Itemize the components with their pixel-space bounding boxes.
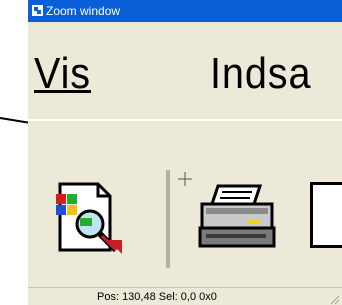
- menu-vis[interactable]: Vis: [34, 50, 91, 98]
- print-preview-icon[interactable]: [50, 180, 126, 258]
- zoomed-content: Vis Indsa: [28, 22, 342, 287]
- status-position-selection: Pos: 130,48 Sel: 0,0 0x0: [97, 291, 217, 303]
- toolbar-grip[interactable]: [166, 170, 170, 268]
- zoom-window-icon: [32, 5, 43, 16]
- resize-grip-icon[interactable]: [328, 293, 340, 305]
- blank-document-icon[interactable]: [310, 182, 342, 248]
- window-title: Zoom window: [46, 4, 121, 18]
- status-bar: Pos: 130,48 Sel: 0,0 0x0: [28, 287, 342, 305]
- menu-toolbar-divider: [28, 119, 342, 121]
- printer-icon[interactable]: [196, 182, 278, 254]
- menu-indsaet[interactable]: Indsa: [210, 50, 311, 98]
- zoom-window: Zoom window Vis Indsa Pos: 130,48 Sel: 0…: [28, 0, 342, 305]
- title-bar[interactable]: Zoom window: [28, 0, 342, 22]
- crosshair-cursor-icon: [178, 172, 192, 186]
